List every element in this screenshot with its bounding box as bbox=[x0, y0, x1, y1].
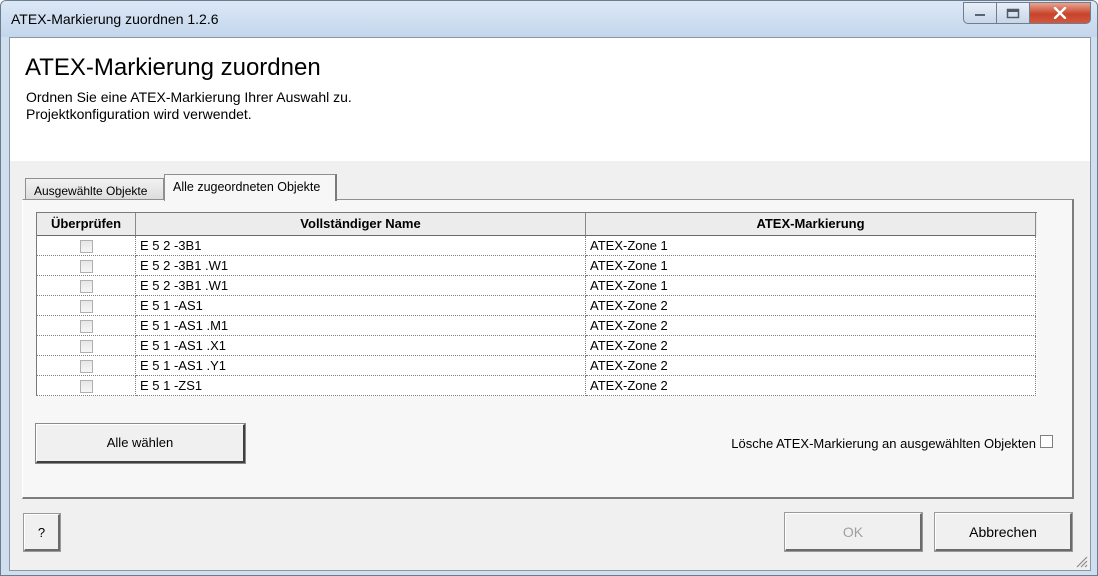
row-checkbox[interactable] bbox=[79, 320, 93, 333]
row-atex-marking[interactable]: ATEX-Zone 2 bbox=[586, 376, 1036, 396]
minimize-button[interactable] bbox=[963, 2, 997, 24]
row-atex-marking[interactable]: ATEX-Zone 1 bbox=[586, 276, 1036, 296]
row-checkbox[interactable] bbox=[79, 380, 93, 393]
row-atex-marking[interactable]: ATEX-Zone 1 bbox=[586, 236, 1036, 256]
table-row[interactable]: E 5 2 -3B1 .W1 ATEX-Zone 1 bbox=[37, 256, 1037, 276]
page-title: ATEX-Markierung zuordnen bbox=[25, 54, 321, 81]
column-header-name[interactable]: Vollständiger Name bbox=[136, 213, 586, 236]
close-button[interactable] bbox=[1029, 2, 1091, 24]
dialog-window: ATEX-Markierung zuordnen 1.2.6 ATEX-Mark… bbox=[0, 0, 1098, 576]
delete-marking-checkbox[interactable] bbox=[1040, 435, 1053, 448]
row-check-cell bbox=[37, 276, 136, 296]
row-checkbox[interactable] bbox=[79, 260, 93, 273]
row-checkbox[interactable] bbox=[79, 340, 93, 353]
row-full-name[interactable]: E 5 2 -3B1 .W1 bbox=[136, 276, 586, 296]
row-checkbox[interactable] bbox=[79, 240, 93, 253]
row-checkbox[interactable] bbox=[79, 360, 93, 373]
tab-alle-zugeordneten-objekte[interactable]: Alle zugeordneten Objekte bbox=[164, 174, 337, 201]
row-checkbox[interactable] bbox=[79, 280, 93, 293]
row-check-cell bbox=[37, 336, 136, 356]
column-header-marking[interactable]: ATEX-Markierung bbox=[586, 213, 1036, 236]
table-row[interactable]: E 5 1 -ZS1 ATEX-Zone 2 bbox=[37, 376, 1037, 396]
select-all-button[interactable]: Alle wählen bbox=[35, 423, 246, 464]
row-atex-marking[interactable]: ATEX-Zone 2 bbox=[586, 356, 1036, 376]
maximize-icon bbox=[1006, 8, 1020, 18]
table-header-row: Überprüfen Vollständiger Name ATEX-Marki… bbox=[37, 213, 1037, 236]
row-check-cell bbox=[37, 236, 136, 256]
cancel-button[interactable]: Abbrechen bbox=[934, 512, 1073, 552]
table-row[interactable]: E 5 1 -AS1 .Y1 ATEX-Zone 2 bbox=[37, 356, 1037, 376]
row-full-name[interactable]: E 5 1 -AS1 bbox=[136, 296, 586, 316]
row-full-name[interactable]: E 5 2 -3B1 .W1 bbox=[136, 256, 586, 276]
column-header-check[interactable]: Überprüfen bbox=[37, 213, 136, 236]
description-line-1: Ordnen Sie eine ATEX-Markierung Ihrer Au… bbox=[26, 89, 352, 105]
dialog-header: ATEX-Markierung zuordnen Ordnen Sie eine… bbox=[10, 38, 1090, 161]
row-full-name[interactable]: E 5 2 -3B1 bbox=[136, 236, 586, 256]
row-atex-marking[interactable]: ATEX-Zone 2 bbox=[586, 296, 1036, 316]
tab-ausgewaehlte-objekte[interactable]: Ausgewählte Objekte bbox=[25, 178, 164, 200]
row-check-cell bbox=[37, 356, 136, 376]
row-check-cell bbox=[37, 296, 136, 316]
row-atex-marking[interactable]: ATEX-Zone 2 bbox=[586, 336, 1036, 356]
table-row[interactable]: E 5 1 -AS1 ATEX-Zone 2 bbox=[37, 296, 1037, 316]
maximize-button[interactable] bbox=[996, 2, 1030, 24]
window-title: ATEX-Markierung zuordnen 1.2.6 bbox=[11, 11, 219, 27]
table-row[interactable]: E 5 2 -3B1 .W1 ATEX-Zone 1 bbox=[37, 276, 1037, 296]
title-bar[interactable]: ATEX-Markierung zuordnen 1.2.6 bbox=[1, 1, 1097, 37]
table-row[interactable]: E 5 2 -3B1 ATEX-Zone 1 bbox=[37, 236, 1037, 256]
dialog-client-area: ATEX-Markierung zuordnen Ordnen Sie eine… bbox=[9, 37, 1091, 571]
row-check-cell bbox=[37, 256, 136, 276]
help-button[interactable]: ? bbox=[23, 513, 61, 552]
row-check-cell bbox=[37, 376, 136, 396]
description-line-2: Projektkonfiguration wird verwendet. bbox=[26, 106, 252, 122]
row-full-name[interactable]: E 5 1 -AS1 .Y1 bbox=[136, 356, 586, 376]
close-icon bbox=[1053, 7, 1067, 19]
row-check-cell bbox=[37, 316, 136, 336]
minimize-icon bbox=[975, 14, 985, 16]
resize-grip-icon[interactable] bbox=[1074, 554, 1088, 568]
row-full-name[interactable]: E 5 1 -ZS1 bbox=[136, 376, 586, 396]
table-row[interactable]: E 5 1 -AS1 .M1 ATEX-Zone 2 bbox=[37, 316, 1037, 336]
tab-panel: Überprüfen Vollständiger Name ATEX-Marki… bbox=[22, 199, 1074, 499]
table-row[interactable]: E 5 1 -AS1 .X1 ATEX-Zone 2 bbox=[37, 336, 1037, 356]
row-checkbox[interactable] bbox=[79, 300, 93, 313]
row-full-name[interactable]: E 5 1 -AS1 .M1 bbox=[136, 316, 586, 336]
row-atex-marking[interactable]: ATEX-Zone 2 bbox=[586, 316, 1036, 336]
row-full-name[interactable]: E 5 1 -AS1 .X1 bbox=[136, 336, 586, 356]
objects-table: Überprüfen Vollständiger Name ATEX-Marki… bbox=[36, 212, 1037, 396]
row-atex-marking[interactable]: ATEX-Zone 1 bbox=[586, 256, 1036, 276]
delete-marking-label: Lösche ATEX-Markierung an ausgewählten O… bbox=[731, 436, 1036, 451]
ok-button[interactable]: OK bbox=[784, 512, 923, 552]
page-description: Ordnen Sie eine ATEX-Markierung Ihrer Au… bbox=[26, 89, 352, 123]
